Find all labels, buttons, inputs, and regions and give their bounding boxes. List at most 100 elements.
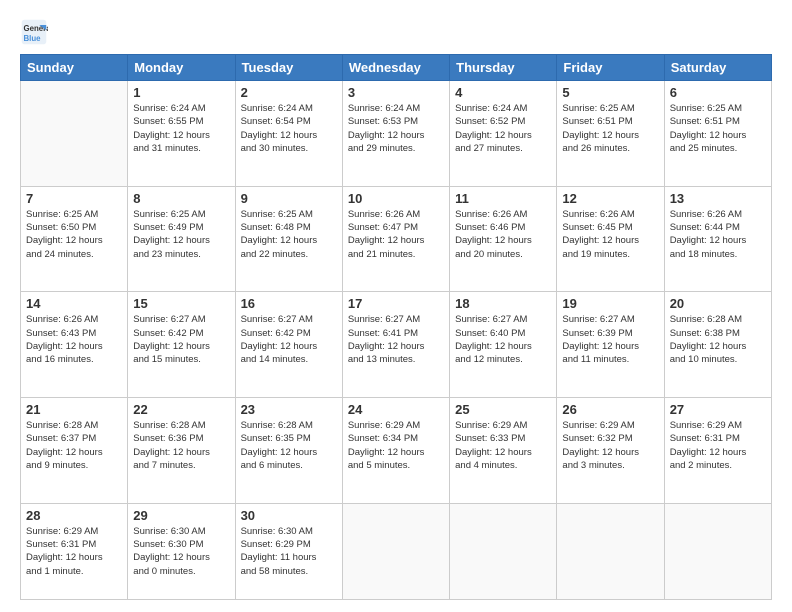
day-info: Sunrise: 6:28 AMSunset: 6:36 PMDaylight:… — [133, 419, 229, 472]
calendar-cell: 5 Sunrise: 6:25 AMSunset: 6:51 PMDaylight… — [557, 81, 664, 187]
day-number: 21 — [26, 402, 122, 417]
day-number: 24 — [348, 402, 444, 417]
day-number: 19 — [562, 296, 658, 311]
day-number: 8 — [133, 191, 229, 206]
day-info: Sunrise: 6:24 AMSunset: 6:52 PMDaylight:… — [455, 102, 551, 155]
day-number: 5 — [562, 85, 658, 100]
calendar-cell: 14 Sunrise: 6:26 AMSunset: 6:43 PMDayligh… — [21, 292, 128, 398]
header: General Blue — [20, 18, 772, 46]
calendar-cell: 28 Sunrise: 6:29 AMSunset: 6:31 PMDayligh… — [21, 503, 128, 599]
day-info: Sunrise: 6:27 AMSunset: 6:41 PMDaylight:… — [348, 313, 444, 366]
calendar-cell: 9 Sunrise: 6:25 AMSunset: 6:48 PMDaylight… — [235, 186, 342, 292]
day-number: 1 — [133, 85, 229, 100]
calendar-cell: 18 Sunrise: 6:27 AMSunset: 6:40 PMDayligh… — [450, 292, 557, 398]
day-info: Sunrise: 6:24 AMSunset: 6:54 PMDaylight:… — [241, 102, 337, 155]
day-number: 4 — [455, 85, 551, 100]
day-info: Sunrise: 6:25 AMSunset: 6:49 PMDaylight:… — [133, 208, 229, 261]
calendar-cell: 12 Sunrise: 6:26 AMSunset: 6:45 PMDayligh… — [557, 186, 664, 292]
calendar-cell — [557, 503, 664, 599]
day-number: 10 — [348, 191, 444, 206]
weekday-friday: Friday — [557, 55, 664, 81]
day-info: Sunrise: 6:28 AMSunset: 6:37 PMDaylight:… — [26, 419, 122, 472]
calendar-cell: 23 Sunrise: 6:28 AMSunset: 6:35 PMDayligh… — [235, 398, 342, 504]
calendar-cell: 1 Sunrise: 6:24 AMSunset: 6:55 PMDaylight… — [128, 81, 235, 187]
calendar-cell: 15Sunrise: 6:27 AMSunset: 6:42 PMDayligh… — [128, 292, 235, 398]
page: General Blue SundayMondayTuesdayWednesda… — [0, 0, 792, 612]
calendar-cell: 11 Sunrise: 6:26 AMSunset: 6:46 PMDayligh… — [450, 186, 557, 292]
calendar-cell — [664, 503, 771, 599]
day-number: 3 — [348, 85, 444, 100]
day-info: Sunrise: 6:29 AMSunset: 6:31 PMDaylight:… — [670, 419, 766, 472]
day-info: Sunrise: 6:24 AMSunset: 6:55 PMDaylight:… — [133, 102, 229, 155]
day-info: Sunrise: 6:27 AMSunset: 6:40 PMDaylight:… — [455, 313, 551, 366]
day-info: Sunrise: 6:29 AMSunset: 6:33 PMDaylight:… — [455, 419, 551, 472]
day-number: 17 — [348, 296, 444, 311]
day-number: 20 — [670, 296, 766, 311]
day-info: Sunrise: 6:25 AMSunset: 6:51 PMDaylight:… — [562, 102, 658, 155]
day-info: Sunrise: 6:27 AMSunset: 6:39 PMDaylight:… — [562, 313, 658, 366]
calendar-cell — [450, 503, 557, 599]
day-number: 9 — [241, 191, 337, 206]
day-number: 2 — [241, 85, 337, 100]
calendar-cell: 7Sunrise: 6:25 AMSunset: 6:50 PMDaylight… — [21, 186, 128, 292]
calendar-cell: 19 Sunrise: 6:27 AMSunset: 6:39 PMDayligh… — [557, 292, 664, 398]
calendar-cell: 2 Sunrise: 6:24 AMSunset: 6:54 PMDaylight… — [235, 81, 342, 187]
day-info: Sunrise: 6:28 AMSunset: 6:38 PMDaylight:… — [670, 313, 766, 366]
calendar-cell: 25Sunrise: 6:29 AMSunset: 6:33 PMDayligh… — [450, 398, 557, 504]
day-info: Sunrise: 6:30 AMSunset: 6:29 PMDaylight:… — [241, 525, 337, 578]
calendar-cell: 13 Sunrise: 6:26 AMSunset: 6:44 PMDayligh… — [664, 186, 771, 292]
day-number: 12 — [562, 191, 658, 206]
weekday-wednesday: Wednesday — [342, 55, 449, 81]
calendar-cell: 27 Sunrise: 6:29 AMSunset: 6:31 PMDayligh… — [664, 398, 771, 504]
calendar-cell: 4 Sunrise: 6:24 AMSunset: 6:52 PMDaylight… — [450, 81, 557, 187]
day-number: 28 — [26, 508, 122, 523]
day-number: 11 — [455, 191, 551, 206]
calendar-cell: 3 Sunrise: 6:24 AMSunset: 6:53 PMDaylight… — [342, 81, 449, 187]
weekday-monday: Monday — [128, 55, 235, 81]
day-number: 16 — [241, 296, 337, 311]
day-info: Sunrise: 6:27 AMSunset: 6:42 PMDaylight:… — [133, 313, 229, 366]
calendar-cell: 10Sunrise: 6:26 AMSunset: 6:47 PMDayligh… — [342, 186, 449, 292]
day-info: Sunrise: 6:25 AMSunset: 6:51 PMDaylight:… — [670, 102, 766, 155]
calendar-cell — [342, 503, 449, 599]
day-info: Sunrise: 6:28 AMSunset: 6:35 PMDaylight:… — [241, 419, 337, 472]
day-number: 30 — [241, 508, 337, 523]
day-info: Sunrise: 6:27 AMSunset: 6:42 PMDaylight:… — [241, 313, 337, 366]
calendar-table: SundayMondayTuesdayWednesdayThursdayFrid… — [20, 54, 772, 600]
day-number: 22 — [133, 402, 229, 417]
calendar-cell: 30 Sunrise: 6:30 AMSunset: 6:29 PMDayligh… — [235, 503, 342, 599]
day-number: 23 — [241, 402, 337, 417]
day-info: Sunrise: 6:24 AMSunset: 6:53 PMDaylight:… — [348, 102, 444, 155]
logo-icon: General Blue — [20, 18, 48, 46]
day-info: Sunrise: 6:26 AMSunset: 6:46 PMDaylight:… — [455, 208, 551, 261]
calendar-cell: 29 Sunrise: 6:30 AMSunset: 6:30 PMDayligh… — [128, 503, 235, 599]
day-info: Sunrise: 6:29 AMSunset: 6:31 PMDaylight:… — [26, 525, 122, 578]
weekday-tuesday: Tuesday — [235, 55, 342, 81]
calendar-cell: 16 Sunrise: 6:27 AMSunset: 6:42 PMDayligh… — [235, 292, 342, 398]
logo: General Blue — [20, 18, 52, 46]
day-number: 29 — [133, 508, 229, 523]
day-number: 27 — [670, 402, 766, 417]
day-number: 26 — [562, 402, 658, 417]
weekday-sunday: Sunday — [21, 55, 128, 81]
day-info: Sunrise: 6:29 AMSunset: 6:32 PMDaylight:… — [562, 419, 658, 472]
weekday-saturday: Saturday — [664, 55, 771, 81]
day-number: 13 — [670, 191, 766, 206]
day-number: 18 — [455, 296, 551, 311]
day-info: Sunrise: 6:26 AMSunset: 6:43 PMDaylight:… — [26, 313, 122, 366]
day-number: 14 — [26, 296, 122, 311]
svg-text:Blue: Blue — [24, 34, 42, 43]
calendar-cell: 21 Sunrise: 6:28 AMSunset: 6:37 PMDayligh… — [21, 398, 128, 504]
calendar-cell: 17 Sunrise: 6:27 AMSunset: 6:41 PMDayligh… — [342, 292, 449, 398]
day-info: Sunrise: 6:26 AMSunset: 6:45 PMDaylight:… — [562, 208, 658, 261]
day-info: Sunrise: 6:25 AMSunset: 6:48 PMDaylight:… — [241, 208, 337, 261]
day-info: Sunrise: 6:30 AMSunset: 6:30 PMDaylight:… — [133, 525, 229, 578]
weekday-thursday: Thursday — [450, 55, 557, 81]
calendar-cell: 22 Sunrise: 6:28 AMSunset: 6:36 PMDayligh… — [128, 398, 235, 504]
weekday-header-row: SundayMondayTuesdayWednesdayThursdayFrid… — [21, 55, 772, 81]
calendar-cell: 24Sunrise: 6:29 AMSunset: 6:34 PMDayligh… — [342, 398, 449, 504]
day-info: Sunrise: 6:26 AMSunset: 6:44 PMDaylight:… — [670, 208, 766, 261]
calendar-cell — [21, 81, 128, 187]
calendar-cell: 26 Sunrise: 6:29 AMSunset: 6:32 PMDayligh… — [557, 398, 664, 504]
day-number: 6 — [670, 85, 766, 100]
